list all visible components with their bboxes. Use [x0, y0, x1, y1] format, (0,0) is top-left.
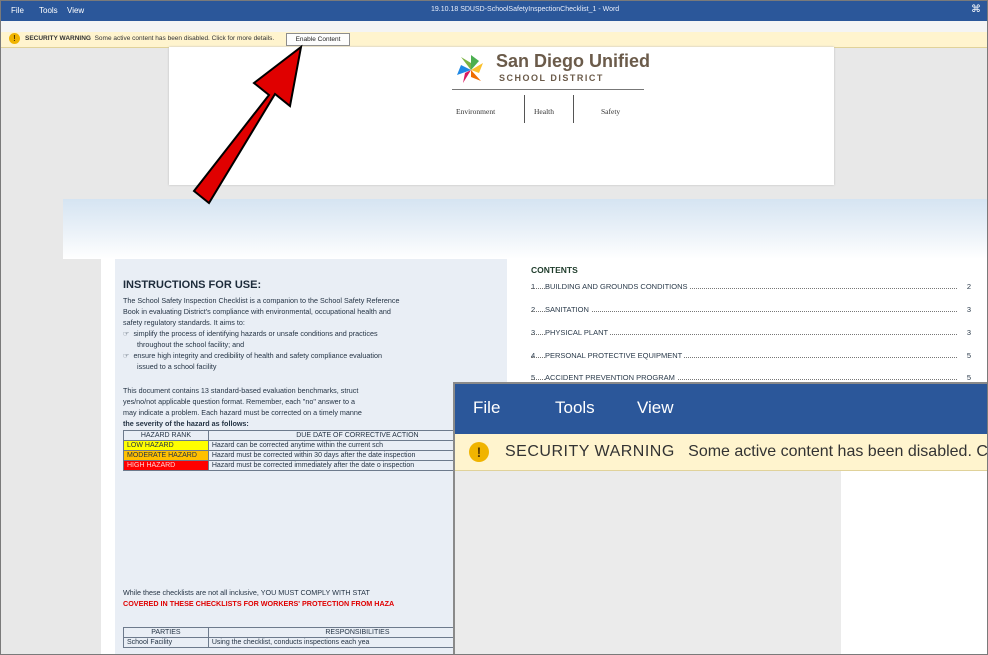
red-arrow-icon [192, 44, 303, 205]
word-window: File Tools View 19.10.18 SDUSD-SchoolSaf… [0, 0, 988, 655]
